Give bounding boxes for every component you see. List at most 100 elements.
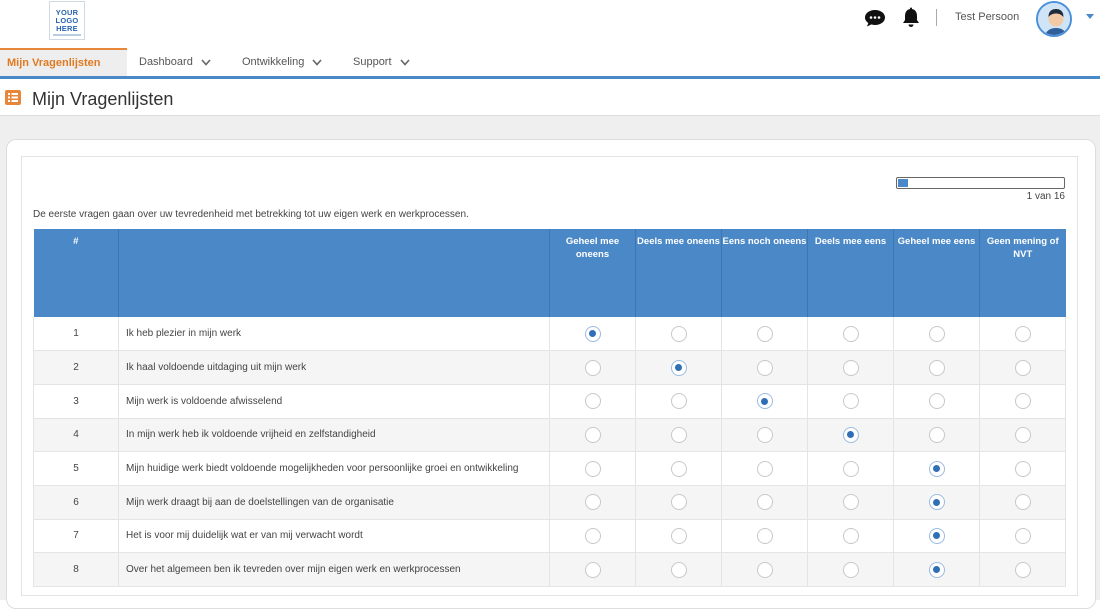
- chevron-down-icon[interactable]: [1085, 13, 1095, 21]
- avatar-illustration: [1038, 3, 1070, 35]
- answer-radio[interactable]: [584, 460, 601, 477]
- answer-radio[interactable]: [584, 325, 601, 342]
- answer-radio[interactable]: [928, 359, 945, 376]
- answer-cell: [549, 384, 636, 419]
- question-text: Mijn huidige werk biedt voldoende mogeli…: [118, 451, 550, 486]
- answer-radio[interactable]: [670, 561, 687, 578]
- answer-radio[interactable]: [842, 527, 859, 544]
- answer-cell: [721, 519, 808, 554]
- answer-cell: [721, 552, 808, 587]
- answer-cell: [807, 519, 894, 554]
- answer-cell: [807, 418, 894, 453]
- answer-radio[interactable]: [756, 359, 773, 376]
- answer-radio[interactable]: [1014, 325, 1031, 342]
- answer-cell: [721, 384, 808, 419]
- answer-cell: [893, 317, 980, 352]
- answer-radio[interactable]: [670, 325, 687, 342]
- answer-radio[interactable]: [1014, 426, 1031, 443]
- nav-underline: [0, 76, 1100, 79]
- answer-radio[interactable]: [756, 325, 773, 342]
- question-number: 1: [33, 317, 119, 352]
- answer-cell: [979, 317, 1066, 352]
- answer-radio[interactable]: [584, 527, 601, 544]
- nav-ontwikkeling[interactable]: Ontwikkeling: [242, 48, 322, 76]
- answer-cell: [893, 552, 980, 587]
- answer-radio[interactable]: [670, 393, 687, 410]
- answer-radio[interactable]: [584, 561, 601, 578]
- avatar[interactable]: [1036, 1, 1072, 37]
- table-row: 3 Mijn werk is voldoende afwisselend: [33, 384, 1066, 419]
- answer-radio[interactable]: [928, 494, 945, 511]
- progress-bar: [896, 177, 1065, 189]
- answer-cell: [549, 519, 636, 554]
- answer-radio[interactable]: [928, 325, 945, 342]
- answer-cell: [893, 485, 980, 520]
- answer-cell: [979, 552, 1066, 587]
- answer-radio[interactable]: [928, 393, 945, 410]
- answer-radio[interactable]: [1014, 460, 1031, 477]
- nav-support[interactable]: Support: [353, 48, 410, 76]
- answer-radio[interactable]: [842, 460, 859, 477]
- page-title: Mijn Vragenlijsten: [32, 89, 174, 109]
- top-bar: YOUR LOGO HERE Test Persoon: [0, 0, 1100, 48]
- answer-radio[interactable]: [842, 494, 859, 511]
- answer-radio[interactable]: [928, 426, 945, 443]
- answer-radio[interactable]: [670, 494, 687, 511]
- answer-radio[interactable]: [1014, 494, 1031, 511]
- user-name[interactable]: Test Persoon: [955, 11, 1019, 23]
- question-number: 5: [33, 451, 119, 486]
- nav-label: Mijn Vragenlijsten: [7, 57, 101, 69]
- table-row: 4 In mijn werk heb ik voldoende vrijheid …: [33, 418, 1066, 453]
- answer-radio[interactable]: [842, 325, 859, 342]
- bell-icon[interactable]: [901, 7, 921, 29]
- nav-label: Dashboard: [139, 56, 193, 68]
- answer-cell: [549, 552, 636, 587]
- nav-mijn-vragenlijsten[interactable]: Mijn Vragenlijsten: [0, 48, 127, 76]
- answer-radio[interactable]: [584, 359, 601, 376]
- answer-radio[interactable]: [670, 359, 687, 376]
- answer-radio[interactable]: [756, 460, 773, 477]
- answer-radio[interactable]: [842, 393, 859, 410]
- answer-radio[interactable]: [842, 426, 859, 443]
- answer-cell: [721, 418, 808, 453]
- column-header-option: Geheel mee eens: [893, 229, 980, 317]
- answer-radio[interactable]: [584, 393, 601, 410]
- table-row: 6 Mijn werk draagt bij aan de doelstellin…: [33, 485, 1066, 520]
- answer-cell: [893, 451, 980, 486]
- answer-cell: [549, 418, 636, 453]
- company-logo[interactable]: YOUR LOGO HERE: [49, 1, 85, 40]
- answer-radio[interactable]: [756, 393, 773, 410]
- answer-radio[interactable]: [842, 359, 859, 376]
- answer-cell: [807, 451, 894, 486]
- answer-radio[interactable]: [756, 426, 773, 443]
- answer-radio[interactable]: [756, 494, 773, 511]
- chevron-down-icon: [201, 58, 211, 66]
- answer-radio[interactable]: [584, 494, 601, 511]
- list-icon: [5, 90, 21, 105]
- answer-radio[interactable]: [1014, 561, 1031, 578]
- question-number: 3: [33, 384, 119, 419]
- answer-radio[interactable]: [842, 561, 859, 578]
- answer-cell: [549, 350, 636, 385]
- answer-radio[interactable]: [1014, 527, 1031, 544]
- answer-radio[interactable]: [1014, 393, 1031, 410]
- chat-icon[interactable]: [864, 9, 886, 27]
- answer-radio[interactable]: [928, 527, 945, 544]
- answer-radio[interactable]: [928, 460, 945, 477]
- answer-cell: [721, 350, 808, 385]
- page-header: Mijn Vragenlijsten: [0, 80, 1100, 116]
- answer-radio[interactable]: [756, 561, 773, 578]
- answer-radio[interactable]: [670, 460, 687, 477]
- answer-cell: [979, 418, 1066, 453]
- answer-cell: [721, 317, 808, 352]
- survey-intro: De eerste vragen gaan over uw tevredenhe…: [33, 209, 469, 220]
- nav-dashboard[interactable]: Dashboard: [139, 48, 211, 76]
- answer-radio[interactable]: [584, 426, 601, 443]
- answer-radio[interactable]: [670, 527, 687, 544]
- answer-radio[interactable]: [670, 426, 687, 443]
- answer-cell: [635, 317, 722, 352]
- logo-text: YOUR LOGO HERE: [55, 7, 79, 33]
- answer-radio[interactable]: [756, 527, 773, 544]
- answer-radio[interactable]: [1014, 359, 1031, 376]
- answer-radio[interactable]: [928, 561, 945, 578]
